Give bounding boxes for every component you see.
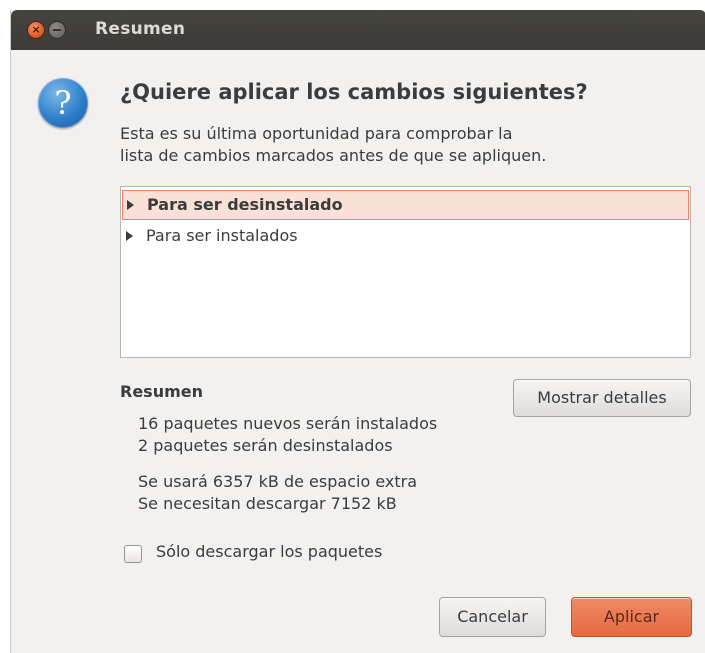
summary-line: 16 paquetes nuevos serán instalados — [138, 414, 438, 433]
download-only-checkbox[interactable] — [124, 545, 142, 563]
package-summary: 16 paquetes nuevos serán instalados 2 pa… — [138, 413, 437, 457]
summary-line: 2 paquetes serán desinstalados — [138, 436, 393, 455]
summary-line: Se usará 6357 kB de espacio extra — [138, 472, 417, 491]
tree-row-label: Para ser instalados — [146, 226, 298, 245]
question-icon: ? — [38, 78, 88, 128]
title-bar: × Resumen — [11, 10, 705, 50]
summary-dialog-window: × Resumen ? ¿Quiere aplicar los cambios … — [10, 10, 705, 653]
space-summary: Se usará 6357 kB de espacio extra Se nec… — [138, 471, 417, 515]
summary-title: Resumen — [120, 382, 203, 401]
tree-row-to-uninstall[interactable]: Para ser desinstalado — [122, 190, 689, 220]
dialog-heading: ¿Quiere aplicar los cambios siguientes? — [120, 80, 588, 104]
apply-button[interactable]: Aplicar — [571, 597, 692, 637]
tree-row-label: Para ser desinstalado — [147, 195, 343, 214]
window-title: Resumen — [95, 19, 186, 39]
expander-arrow-icon[interactable] — [126, 231, 133, 241]
show-details-button[interactable]: Mostrar detalles — [513, 379, 691, 417]
expander-arrow-icon[interactable] — [127, 200, 134, 210]
close-window-button[interactable]: × — [27, 21, 45, 39]
minimize-window-button[interactable] — [48, 21, 66, 39]
cancel-button[interactable]: Cancelar — [439, 597, 546, 637]
tree-row-to-install[interactable]: Para ser instalados — [122, 222, 689, 252]
summary-line: Se necesitan descargar 7152 kB — [138, 494, 397, 513]
download-only-label[interactable]: Sólo descargar los paquetes — [156, 542, 382, 561]
close-icon: × — [31, 23, 41, 36]
dialog-description: Esta es su última oportunidad para compr… — [120, 123, 680, 167]
description-line: lista de cambios marcados antes de que s… — [120, 146, 547, 165]
description-line: Esta es su última oportunidad para compr… — [120, 124, 513, 143]
changes-tree[interactable]: Para ser desinstalado Para ser instalado… — [120, 186, 691, 358]
